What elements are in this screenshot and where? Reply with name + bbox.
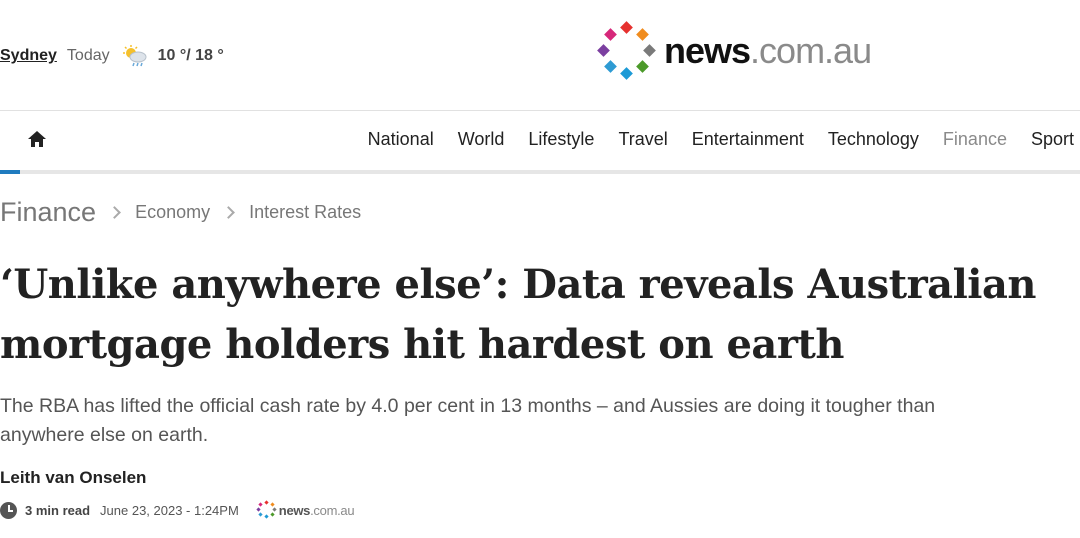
nav-accent-bar [0,170,20,174]
weather-city-link[interactable]: Sydney [0,47,57,65]
partly-cloudy-rain-icon [122,45,148,67]
nav-underline [0,170,1080,174]
weather-widget: Sydney Today 10 °/ 18 ° [0,44,224,68]
nav-item-lifestyle[interactable]: Lifestyle [528,129,594,150]
top-bar: Sydney Today 10 °/ 18 ° news.com.au [0,0,1080,110]
breadcrumb-economy[interactable]: Economy [135,202,210,223]
chevron-right-icon [222,205,235,219]
source-logo-mark-icon [256,500,277,520]
headline-line-2: mortgage holders hit hardest on earth [0,321,844,368]
nav-item-world[interactable]: World [458,129,505,150]
logo-word-news: news [664,30,751,71]
source-word-tld: .com.au [310,502,355,518]
nav-item-national[interactable]: National [368,129,434,150]
logo-word-tld: .com.au [750,30,872,71]
standfirst-line-1: The RBA has lifted the official cash rat… [0,395,936,417]
chevron-right-icon [108,205,121,219]
site-logo[interactable]: news.com.au [596,20,872,82]
nav-item-sport[interactable]: Sport [1031,129,1074,150]
read-time: 3 min read [25,502,91,518]
source-word-news: news [278,502,311,518]
source-wordmark: news.com.au [278,502,355,518]
nav-item-entertainment[interactable]: Entertainment [692,129,804,150]
article-standfirst: The RBA has lifted the official cash rat… [0,392,1060,450]
nav-item-technology[interactable]: Technology [828,129,919,150]
home-icon[interactable] [26,128,48,150]
logo-wordmark: news.com.au [664,30,872,71]
weather-day: Today [66,47,110,64]
breadcrumb-finance[interactable]: Finance [0,197,96,228]
clock-icon [0,501,17,519]
breadcrumb-interest-rates[interactable]: Interest Rates [249,202,361,223]
publish-date: June 23, 2023 - 1:24PM [100,502,239,518]
standfirst-line-2: anywhere else on earth. [0,424,209,446]
main-nav: National World Lifestyle Travel Entertai… [0,111,1080,171]
nav-item-finance[interactable]: Finance [943,129,1007,150]
nav-item-travel[interactable]: Travel [618,129,667,150]
article-meta: 3 min read June 23, 2023 - 1:24PM news.c… [0,499,355,521]
weather-temperature: 10 °/ 18 ° [157,47,224,64]
logo-mark-icon [596,21,656,81]
article-headline: ‘Unlike anywhere else’: Data reveals Aus… [0,255,1080,375]
nav-list: National World Lifestyle Travel Entertai… [344,129,1074,150]
headline-line-1: ‘Unlike anywhere else’: Data reveals Aus… [0,261,1036,308]
source-logo: news.com.au [256,500,355,520]
author-name[interactable]: Leith van Onselen [0,468,146,488]
breadcrumb: Finance Economy Interest Rates [0,196,361,228]
